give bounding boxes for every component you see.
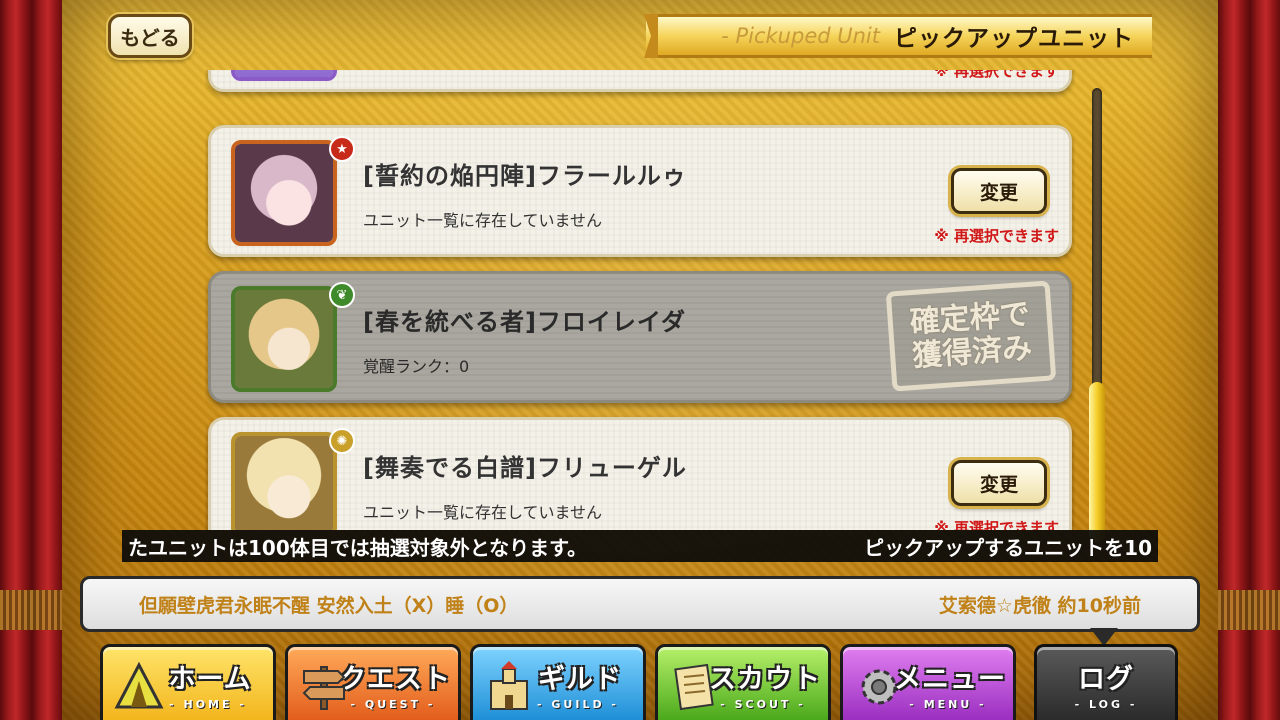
left-curtain [0, 0, 62, 720]
change-button[interactable]: 変更 [951, 460, 1047, 506]
pickup-unit-list[interactable]: ※ 再選択できます ★ [誓約の焔円陣]フラールルゥ ユニット一覧に存在していま… [205, 70, 1075, 530]
scrollbar-thumb[interactable] [1089, 382, 1105, 542]
title-banner: - Pickuped Unit ピックアップユニット [646, 14, 1152, 58]
title-english: - Pickuped Unit [721, 24, 880, 48]
ticker-text-right: ピックアップするユニットを10 [864, 535, 1152, 560]
unit-status: ユニット一覧に存在していません [363, 503, 603, 522]
nav-home-button[interactable]: ホーム - HOME - [100, 644, 276, 720]
unit-card-partial: ※ 再選択できます [208, 70, 1072, 92]
nav-guild-button[interactable]: ギルド - GUILD - [470, 644, 646, 720]
unit-portrait [231, 286, 337, 392]
gear-icon [861, 669, 897, 705]
change-button[interactable]: 変更 [951, 168, 1047, 214]
leaf-icon: ❦ [329, 282, 355, 308]
unit-name: [誓約の焔円陣]フラールルゥ [363, 162, 687, 190]
acquired-stamp: 確定枠で 獲得済み [885, 280, 1057, 392]
reselect-note: ※ 再選択できます [934, 70, 1059, 80]
unit-portrait [231, 70, 337, 81]
unit-card: ★ [誓約の焔円陣]フラールルゥ ユニット一覧に存在していません 変更 ※ 再選… [208, 125, 1072, 257]
unit-portrait [231, 432, 337, 530]
tent-icon [114, 661, 164, 709]
ticker-text-left: たユニットは100体目では抽選対象外となります。 [128, 535, 588, 560]
unit-name: [舞奏でる白譜]フリューゲル [363, 454, 687, 482]
right-curtain [1218, 0, 1280, 720]
unit-name: [春を統べる者]フロイレイダ [363, 308, 686, 336]
notice-ticker: たユニットは100体目では抽選対象外となります。 ピックアップするユニットを10 [122, 530, 1158, 562]
nav-scout-button[interactable]: スカウト - SCOUT - [655, 644, 831, 720]
nav-log-button[interactable]: ログ - LOG - [1034, 644, 1178, 720]
log-message: 但願壁虎君永眠不醒 安然入土（X）睡（O） [139, 594, 519, 617]
unit-card-acquired: ❦ [春を統べる者]フロイレイダ 覚醒ランク：0 確定枠で 獲得済み [208, 271, 1072, 403]
nav-quest-button[interactable]: クエスト - QUEST - [285, 644, 461, 720]
bottom-navigation: ホーム - HOME - クエスト - QUEST - ギルド - GUILD … [0, 636, 1280, 720]
fire-star-icon: ★ [329, 136, 355, 162]
castle-icon [490, 661, 528, 710]
back-button[interactable]: もどる [108, 14, 192, 58]
chat-log-bar[interactable]: 但願壁虎君永眠不醒 安然入土（X）睡（O） 艾索德☆虎徹 約10秒前 [80, 576, 1200, 632]
page-title: ピックアップユニット [894, 26, 1134, 52]
unit-card: ✺ [舞奏でる白譜]フリューゲル ユニット一覧に存在していません 変更 ※ 再選… [208, 417, 1072, 530]
sun-icon: ✺ [329, 428, 355, 454]
unit-portrait [231, 140, 337, 246]
awakening-rank: 覚醒ランク：0 [363, 357, 470, 376]
signpost-icon [302, 666, 346, 710]
unit-status: ユニット一覧に存在していません [363, 211, 603, 230]
scroll-document-icon [674, 663, 714, 711]
reselect-note: ※ 再選択できます [934, 227, 1059, 245]
nav-menu-button[interactable]: メニュー - MENU - [840, 644, 1016, 720]
log-author-time: 艾索德☆虎徹 約10秒前 [938, 594, 1141, 617]
reselect-note: ※ 再選択できます [934, 519, 1059, 530]
